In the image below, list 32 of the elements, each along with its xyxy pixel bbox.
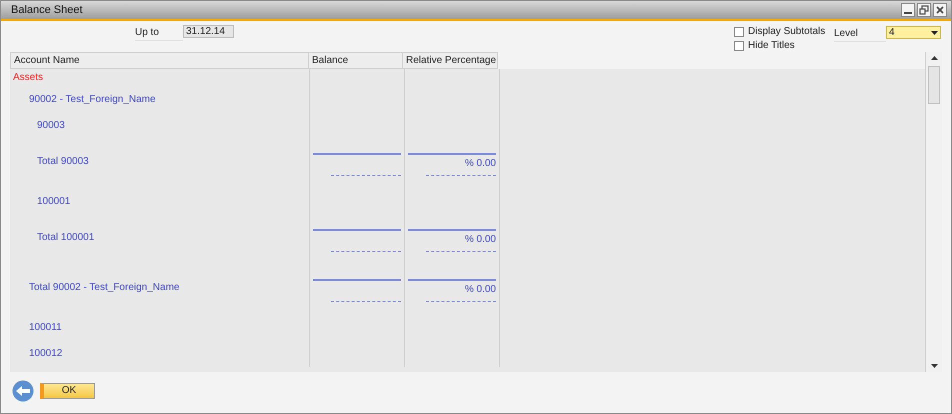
scroll-down-icon — [930, 364, 938, 368]
close-icon — [936, 6, 944, 14]
minimize-button[interactable] — [901, 3, 915, 17]
percentage-value: % 0.00 — [464, 283, 496, 297]
restore-button[interactable] — [917, 3, 931, 17]
column-header[interactable]: Relative Percentage — [402, 52, 498, 69]
date-field[interactable]: 31.12.14 — [183, 25, 234, 38]
dropdown-arrow-icon — [931, 30, 938, 34]
option-label: Display Subtotals — [748, 26, 826, 38]
total-label[interactable]: Total 90002 - Test_Foreign_Name — [29, 283, 180, 293]
percentage-value: % 0.00 — [464, 233, 496, 247]
percentage-value: % 0.00 — [464, 157, 496, 171]
ok-button[interactable]: OK — [40, 383, 95, 399]
total-label[interactable]: Total 90003 — [37, 157, 89, 167]
account-name[interactable]: 100011 — [29, 323, 62, 333]
close-button[interactable] — [933, 3, 947, 17]
account-name[interactable]: 90002 - Test_Foreign_Name — [29, 95, 156, 105]
column-header[interactable]: Account Name — [10, 52, 309, 69]
account-name[interactable]: 100012 — [29, 349, 62, 359]
column-header[interactable]: Balance — [308, 52, 403, 69]
restore-icon — [919, 5, 929, 15]
scroll-thumb[interactable] — [928, 66, 940, 104]
total-label[interactable]: Total 100001 — [37, 233, 94, 243]
window-title: Balance Sheet — [11, 2, 83, 18]
scroll-up-icon — [930, 56, 938, 60]
account-name[interactable]: 100001 — [37, 197, 70, 207]
checkbox[interactable] — [734, 27, 744, 37]
option-label: Hide Titles — [748, 40, 795, 52]
account-name[interactable]: 90003 — [37, 121, 65, 131]
level-dropdown[interactable]: 4 — [886, 26, 941, 39]
section-heading: Assets — [13, 73, 44, 83]
checkbox[interactable] — [734, 41, 744, 51]
